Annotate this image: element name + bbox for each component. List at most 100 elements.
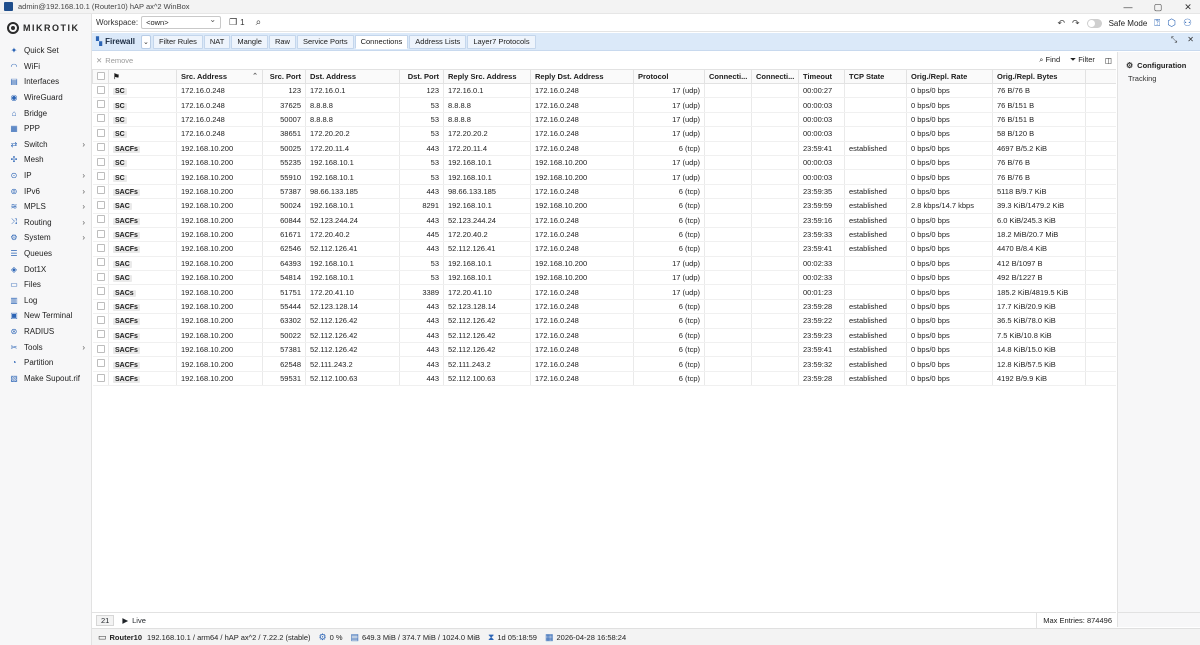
tab-raw[interactable]: Raw [268,34,296,49]
sidebar-item-wifi[interactable]: ◠ WiFi [0,59,91,75]
row-checkbox[interactable] [96,186,105,195]
undo-icon[interactable]: ↶ [1058,18,1066,29]
tab-filter-rules[interactable]: Filter Rules [152,34,203,49]
table-row[interactable]: SACFs 192.168.10.200 63302 52.112.126.42 443… [92,313,1116,329]
row-checkbox-cell[interactable] [92,227,109,243]
redo-icon[interactable]: ↷ [1072,18,1080,29]
sidebar-item-ppp[interactable]: ▦ PPP [0,121,91,137]
table-row[interactable]: SACFs 192.168.10.200 61671 172.20.40.2 445 17… [92,227,1116,243]
settings-icon[interactable]: ⬡ [1167,18,1176,29]
row-checkbox-cell[interactable] [92,169,109,185]
row-checkbox-cell[interactable] [92,284,109,300]
sidebar-item-quick-set[interactable]: ✦ Quick Set [0,43,91,59]
column-header-tcp-state[interactable]: TCP State [844,69,907,84]
row-checkbox[interactable] [96,229,105,238]
table-row[interactable]: SACFs 192.168.10.200 50025 172.20.11.4 443 17… [92,141,1116,156]
table-row[interactable]: SACFs 192.168.10.200 59531 52.112.100.63 443… [92,371,1116,387]
table-row[interactable]: SACFs 192.168.10.200 62546 52.112.126.41 443… [92,241,1116,257]
row-checkbox-cell[interactable] [92,213,109,228]
table-row[interactable]: SC 172.16.0.248 37625 8.8.8.8 53 8.8.8.8 172.1… [92,97,1116,113]
sidebar-item-radius[interactable]: ⊛ RADIUS [0,324,91,340]
table-row[interactable]: SAC 192.168.10.200 64393 192.168.10.1 53 192.… [92,256,1116,272]
column-header-reply-dst-address[interactable]: Reply Dst. Address [530,69,634,84]
table-row[interactable]: SC 172.16.0.248 50007 8.8.8.8 53 8.8.8.8 172.1… [92,112,1116,128]
sidebar-item-bridge[interactable]: ⌂ Bridge [0,105,91,121]
safe-mode-toggle[interactable] [1086,18,1102,28]
flags-column-header[interactable]: ⚑ [108,69,177,84]
sidebar-item-files[interactable]: ▭ Files [0,277,91,293]
row-checkbox[interactable] [96,373,105,382]
minimize-icon[interactable]: — [1122,2,1134,12]
row-checkbox[interactable] [96,200,105,209]
tab-nat[interactable]: NAT [203,34,231,49]
row-checkbox[interactable] [96,258,105,267]
tabs-dropdown-button[interactable]: ⌄ [140,34,151,49]
row-checkbox[interactable] [96,85,105,94]
row-checkbox[interactable] [96,359,105,368]
sidebar-item-wireguard[interactable]: ◉ WireGuard [0,90,91,106]
column-header-connecti[interactable]: Connecti... [704,69,752,84]
row-checkbox-cell[interactable] [92,141,109,156]
row-checkbox[interactable] [96,315,105,324]
table-row[interactable]: SACFs 192.168.10.200 57381 52.112.126.42 443… [92,342,1116,358]
column-header-orig-repl-bytes[interactable]: Orig./Repl. Bytes [992,69,1086,84]
remove-button[interactable]: ✕ Remove [96,56,133,65]
table-row[interactable]: SAC 192.168.10.200 50024 192.168.10.1 8291 19… [92,198,1116,214]
maximize-icon[interactable]: ▢ [1152,2,1164,13]
sidebar-item-mesh[interactable]: ✣ Mesh [0,152,91,168]
sidebar-item-make-supout-rif[interactable]: ▧ Make Supout.rif [0,370,91,386]
sidebar-item-partition[interactable]: ◔ Partition [0,355,91,371]
workspace-select[interactable]: <own> [141,15,222,29]
table-row[interactable]: SC 192.168.10.200 55235 192.168.10.1 53 192.1… [92,155,1116,171]
configuration-item[interactable]: ⚙ Configuration [1118,57,1200,73]
columns-panel-icon[interactable]: ◫ [1105,56,1112,65]
select-all-checkbox[interactable] [97,71,105,80]
row-checkbox[interactable] [96,114,105,123]
row-checkbox[interactable] [96,243,105,252]
sidebar-item-system[interactable]: ⚙ System › [0,230,91,246]
column-header-orig-repl-rate[interactable]: Orig./Repl. Rate [906,69,993,84]
row-checkbox[interactable] [96,172,105,181]
tab-mangle[interactable]: Mangle [231,34,268,49]
row-checkbox-cell[interactable] [92,270,109,286]
row-checkbox[interactable] [96,215,105,224]
column-header-src-address[interactable]: Src. Address ⌃ [176,69,263,84]
row-checkbox[interactable] [96,301,105,310]
connections-table-container[interactable]: ⚑ Src. Address ⌃ Src. Port Dst. Address Dst. … [92,69,1116,612]
close-pane-icon[interactable]: ✕ [1187,35,1194,45]
help-icon[interactable]: ⍰ [1154,18,1160,29]
sidebar-item-ipv6[interactable]: ⊚ IPv6 › [0,183,91,199]
table-row[interactable]: SACFs 192.168.10.200 62548 52.111.243.2 443 5… [92,356,1116,372]
live-button[interactable]: ▶ Live [122,616,146,625]
table-row[interactable]: SC 172.16.0.248 38651 172.20.20.2 53 172.20.2… [92,126,1116,142]
columns-menu-header[interactable]: ≡ [1085,69,1116,84]
column-header-reply-src-address[interactable]: Reply Src. Address [443,69,531,84]
row-checkbox[interactable] [96,287,105,296]
table-row[interactable]: SC 192.168.10.200 55910 192.168.10.1 53 192.1… [92,169,1116,185]
sidebar-item-ip[interactable]: ⊙ IP › [0,168,91,184]
row-checkbox-cell[interactable] [92,184,109,200]
table-row[interactable]: SACs 192.168.10.200 51751 172.20.41.10 3389 1… [92,284,1116,300]
column-header-connecti[interactable]: Connecti... [751,69,799,84]
row-checkbox-cell[interactable] [92,97,109,113]
row-checkbox[interactable] [96,272,105,281]
column-header-src-port[interactable]: Src. Port [262,69,306,84]
row-checkbox[interactable] [96,128,105,137]
row-checkbox-cell[interactable] [92,342,109,358]
table-row[interactable]: SACFs 192.168.10.200 57387 98.66.133.185 443… [92,184,1116,200]
row-checkbox[interactable] [96,100,105,109]
close-icon[interactable]: ✕ [1182,2,1194,13]
tab-connections[interactable]: Connections [354,34,409,49]
row-checkbox-cell[interactable] [92,299,109,315]
row-checkbox-cell[interactable] [92,126,109,142]
row-checkbox-cell[interactable] [92,313,109,329]
user-icon[interactable]: ⚇ [1183,18,1192,29]
tracking-item[interactable]: Tracking [1118,74,1200,83]
row-checkbox-cell[interactable] [92,328,109,344]
select-all-checkbox-header[interactable] [92,69,109,84]
sidebar-item-tools[interactable]: ✂ Tools › [0,339,91,355]
row-checkbox[interactable] [96,344,105,353]
row-checkbox-cell[interactable] [92,256,109,272]
sidebar-item-routing[interactable]: ⤨ Routing › [0,215,91,231]
search-icon[interactable]: ⌕ [256,17,262,28]
